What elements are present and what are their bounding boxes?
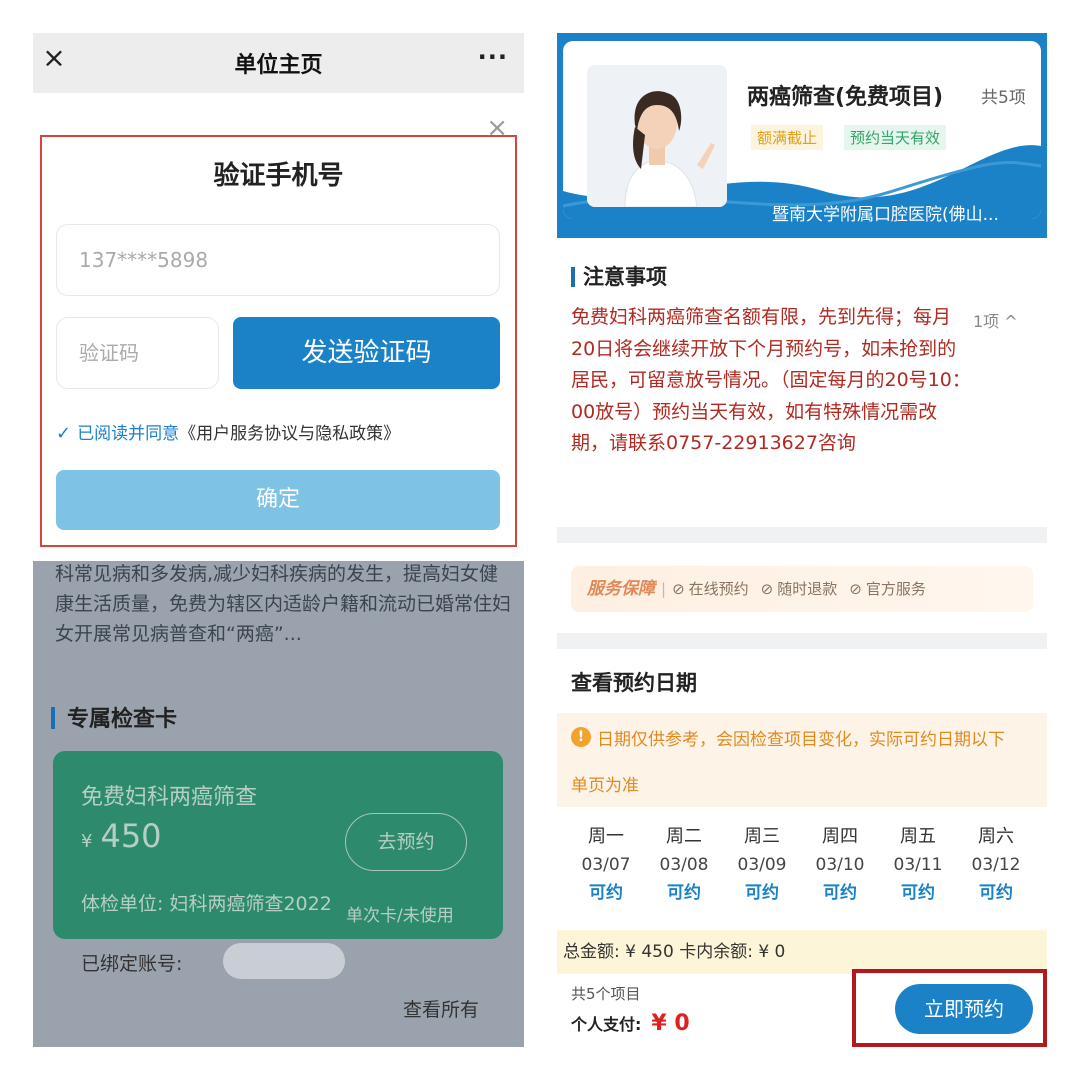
agreement-link[interactable]: 《用户服务协议与隐私政策》 [179,424,400,444]
agreement-row: ✓ 已阅读并同意《用户服务协议与隐私政策》 [56,419,400,444]
weekday: 周五 [900,826,936,847]
dialog-title: 验证手机号 [213,161,344,191]
package-item-count: 共5项 [981,88,1026,108]
availability: 可约 [745,883,779,903]
day-slot[interactable]: 周二 03/08 可约 [645,823,723,907]
notice-heading: 注意事项 [571,261,667,291]
service-item: 官方服务 [865,580,926,598]
card-status: 单次卡/未使用 [346,906,454,926]
date: 03/07 [581,855,631,875]
currency-symbol: ¥ [81,831,93,852]
confirm-button[interactable]: 确定 [56,470,500,530]
date: 03/11 [893,855,943,875]
divider [557,527,1047,543]
see-all-link[interactable]: 查看所有 [403,995,479,1022]
page-title: 单位主页 [234,53,323,78]
dates-notice: ! 日期仅供参考，会因检查项目变化，实际可约日期以下 单页为准 [557,713,1047,807]
left-screen: × 单位主页 ··· 科常见病和多发病,减少妇科疾病的发生，提高妇女健康生活质量… [33,33,524,1047]
go-book-button[interactable]: 去预约 [345,813,467,871]
exclusive-card-heading: 专属检查卡 [51,701,177,733]
send-code-button[interactable]: 发送验证码 [233,317,500,389]
code-input[interactable]: 验证码 [56,317,219,389]
card-price-value: 450 [100,817,162,855]
card-name: 免费妇科两癌筛查 [81,785,258,810]
personal-payment: 个人支付: ¥ 0 [571,1011,690,1036]
notice-title: 注意事项 [583,265,667,289]
info-icon: ! [571,727,591,747]
day-slot[interactable]: 周六 03/12 可约 [957,823,1035,907]
service-title: 服务保障 [587,579,655,599]
exam-card[interactable]: 免费妇科两癌筛查 ¥450 去预约 体检单位: 妇科两癌筛查2022 单次卡/未… [53,751,503,939]
book-now-button[interactable]: 立即预约 [895,984,1033,1034]
banner-card: 两癌筛查(免费项目) 共5项 额满截止 预约当天有效 [563,41,1041,219]
dates-notice-line1: 日期仅供参考，会因检查项目变化，实际可约日期以下 [597,730,1005,750]
availability: 可约 [667,883,701,903]
weekday: 周三 [744,826,780,847]
checkbox-icon[interactable]: ✓ [56,423,71,444]
bound-account-label: 已绑定账号: [81,953,183,975]
validity-tag: 预约当天有效 [844,125,947,150]
section-bar [571,267,575,287]
dates-heading: 查看预约日期 [571,671,697,695]
date: 03/12 [971,855,1021,875]
weekday: 周六 [978,826,1014,847]
hospital-name: 暨南大学附属口腔医院(佛山... [772,205,999,225]
check-circle-icon: ⊘ [849,580,862,598]
card-unit: 体检单位: 妇科两癌筛查2022 [81,893,332,915]
doctor-photo [587,65,727,207]
totals-bar: 总金额: ¥ 450 卡内余额: ¥ 0 [557,930,1047,974]
availability: 可约 [979,883,1013,903]
right-screen: 两癌筛查(免费项目) 共5项 额满截止 预约当天有效 暨南大学附属口腔医院(佛山… [557,33,1047,1047]
day-slot[interactable]: 周四 03/10 可约 [801,823,879,907]
dates-notice-line2: 单页为准 [571,776,639,796]
weekday: 周四 [822,826,858,847]
package-title: 两癌筛查(免费项目) [747,85,944,110]
blurred-account [223,943,345,979]
more-icon[interactable]: ··· [478,43,508,71]
availability: 可约 [589,883,623,903]
title-bar: × 单位主页 ··· [33,33,524,93]
pay-label: 个人支付: [571,1015,642,1034]
notice-text: 免费妇科两癌筛查名额有限，先到先得；每月20日将会继续开放下个月预约号，如未抢到… [571,306,971,454]
service-item: 随时退款 [777,580,838,598]
availability: 可约 [901,883,935,903]
check-circle-icon: ⊘ [760,580,774,598]
date: 03/09 [737,855,787,875]
day-slot[interactable]: 周三 03/09 可约 [723,823,801,907]
separator: | [661,580,667,598]
weekday: 周一 [588,826,624,847]
divider [557,633,1047,649]
items-count: 共5个项目 [571,985,641,1003]
section-bar [51,707,55,729]
weekday: 周二 [666,826,702,847]
check-circle-icon: ⊘ [672,580,685,598]
day-slot[interactable]: 周一 03/07 可约 [567,823,645,907]
verify-phone-dialog: × 验证手机号 137****5898 验证码 发送验证码 ✓ 已阅读并同意《用户… [33,93,524,561]
date: 03/08 [659,855,709,875]
quota-tag: 额满截止 [751,125,824,150]
date: 03/10 [815,855,865,875]
card-price: ¥450 [81,817,162,855]
day-slot[interactable]: 周五 03/11 可约 [879,823,957,907]
availability: 可约 [823,883,857,903]
pay-amount: ¥ 0 [651,1011,690,1036]
date-picker: 周一 03/07 可约 周二 03/08 可约 周三 03/09 可约 周四 0… [567,823,1037,913]
agree-label: 已阅读并同意 [77,424,180,444]
phone-input[interactable]: 137****5898 [56,224,500,296]
service-guarantee-bar: 服务保障 | ⊘ 在线预约 ⊘ 随时退款 ⊘ 官方服务 [571,566,1033,612]
notice-collapse-toggle[interactable]: 1项 ^ [973,308,1018,332]
unit-description: 科常见病和多发病,减少妇科疾病的发生，提高妇女健康生活质量，免费为辖区内适龄户籍… [55,563,512,645]
section-title: 专属检查卡 [67,707,178,732]
package-banner: 两癌筛查(免费项目) 共5项 额满截止 预约当天有效 暨南大学附属口腔医院(佛山… [557,33,1047,238]
service-item: 在线预约 [688,580,749,598]
